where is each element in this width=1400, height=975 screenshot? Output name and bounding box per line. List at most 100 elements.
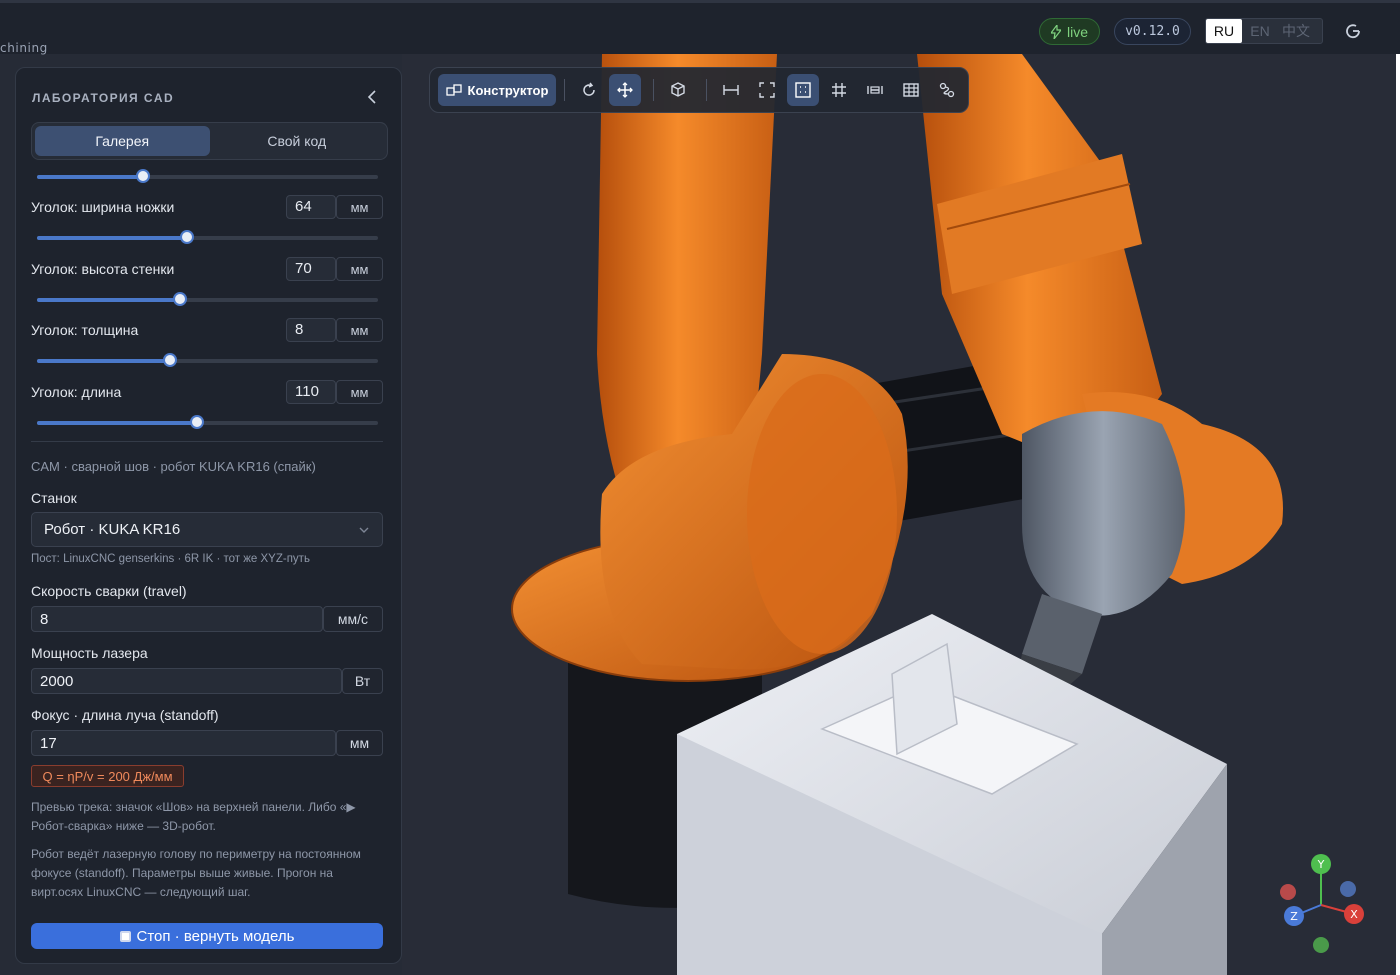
slider-knob[interactable] <box>180 230 195 244</box>
param-slider-thickness[interactable] <box>37 353 378 367</box>
language-switcher: RU EN 中文 <box>1205 18 1323 44</box>
param-slider[interactable] <box>37 169 378 183</box>
lang-ru[interactable]: RU <box>1206 19 1242 43</box>
robot-scene[interactable] <box>402 54 1398 975</box>
move-button[interactable] <box>609 74 641 106</box>
heat-input-formula: Q = ηP/v = 200 Дж/мм <box>31 765 184 787</box>
section-icon <box>795 82 811 98</box>
panel-title: ЛАБОРАТОРИЯ CAD <box>32 91 175 105</box>
constructor-mode-label: Конструктор <box>467 82 549 98</box>
cam-caption: CAM · сварной шов · робот KUKA KR16 (спа… <box>31 459 316 474</box>
preview-note: Превью трека: значок «Шов» на верхней па… <box>31 800 356 833</box>
toolbar-divider <box>564 79 565 101</box>
dimension-icon <box>867 86 883 94</box>
power-input[interactable]: 2000 <box>31 668 342 694</box>
axis-x-label: X <box>1350 908 1358 921</box>
dimension-button[interactable] <box>859 74 891 106</box>
param-unit: мм <box>336 195 383 219</box>
stop-restore-label: Стоп · вернуть модель <box>136 927 295 945</box>
fit-view-button[interactable] <box>751 74 783 106</box>
cube-view-button[interactable] <box>662 74 694 106</box>
cad-lab-panel: ЛАБОРАТОРИЯ CAD Галерея Свой код Уголок:… <box>15 67 402 964</box>
version-badge: v0.12.0 <box>1114 18 1191 45</box>
breadcrumb[interactable]: chining <box>0 41 48 55</box>
param-slider-leg-width[interactable] <box>37 230 378 244</box>
speed-label: Скорость сварки (travel) <box>31 583 187 599</box>
focus-input[interactable]: 17 <box>31 730 336 756</box>
power-label: Мощность лазера <box>31 645 148 661</box>
fit-view-icon <box>759 82 775 98</box>
section-button[interactable] <box>787 74 819 106</box>
refresh-icon[interactable] <box>1342 20 1364 42</box>
speed-input[interactable]: 8 <box>31 606 323 632</box>
speed-unit: мм/с <box>323 606 383 632</box>
slider-fill <box>37 298 181 302</box>
axis-gizmo[interactable]: Y X Z <box>1272 850 1372 960</box>
tab-gallery[interactable]: Галерея <box>35 126 210 156</box>
param-label-leg-width: Уголок: ширина ножки <box>31 199 175 215</box>
slider-knob[interactable] <box>135 169 150 183</box>
path-icon <box>939 82 955 98</box>
machine-select-value: Робот · KUKA KR16 <box>44 521 181 538</box>
grid-icon <box>832 83 846 97</box>
slider-knob[interactable] <box>190 415 205 429</box>
power-unit: Вт <box>342 668 383 694</box>
section-divider <box>31 441 383 442</box>
param-slider-wall-height[interactable] <box>37 292 378 306</box>
machine-label: Станок <box>31 490 77 506</box>
viewport-toolbar: Конструктор <box>429 67 969 113</box>
tab-custom-code[interactable]: Свой код <box>210 126 385 156</box>
toolbar-divider <box>706 79 707 101</box>
constructor-mode-button[interactable]: Конструктор <box>438 74 556 106</box>
focus-label: Фокус · длина луча (standoff) <box>31 707 219 723</box>
viewport-edge <box>1396 54 1400 975</box>
chevron-down-icon <box>359 527 369 533</box>
move-icon <box>617 82 633 98</box>
lightning-icon <box>1050 24 1061 39</box>
param-label-wall-height: Уголок: высота стенки <box>31 261 175 277</box>
param-label-length: Уголок: длина <box>31 384 122 400</box>
slider-fill <box>37 421 198 425</box>
table-icon <box>903 83 919 97</box>
slider-fill <box>37 175 143 179</box>
stop-restore-button[interactable]: Стоп · вернуть модель <box>31 923 383 949</box>
table-button[interactable] <box>895 74 927 106</box>
rotate-button[interactable] <box>573 74 605 106</box>
panel-tabs: Галерея Свой код <box>31 122 388 160</box>
slider-fill <box>37 359 170 363</box>
rotate-icon <box>583 82 595 96</box>
measure-button[interactable] <box>715 74 747 106</box>
lang-en[interactable]: EN <box>1242 19 1278 43</box>
param-input-leg-width[interactable]: 64 <box>286 195 336 219</box>
blocks-icon <box>445 84 462 96</box>
grid-button[interactable] <box>823 74 855 106</box>
slider-knob[interactable] <box>173 292 188 306</box>
chevron-left-icon[interactable] <box>364 88 380 106</box>
post-hint: Пост: LinuxCNC genserkins · 6R IK · тот … <box>31 553 310 565</box>
lang-zh[interactable]: 中文 <box>1278 19 1314 43</box>
machine-select[interactable]: Робот · KUKA KR16 <box>31 512 383 547</box>
slider-knob[interactable] <box>162 353 177 367</box>
param-unit: мм <box>336 380 383 404</box>
axis-z-label: Z <box>1290 910 1298 923</box>
slider-fill <box>37 236 188 240</box>
param-unit: мм <box>336 318 383 342</box>
robot-note: Робот ведёт лазерную голову по периметру… <box>31 847 361 899</box>
param-input-wall-height[interactable]: 70 <box>286 257 336 281</box>
stop-icon <box>119 930 131 942</box>
3d-viewport[interactable]: Y X Z <box>402 54 1398 975</box>
focus-unit: мм <box>336 730 383 756</box>
param-input-thickness[interactable]: 8 <box>286 318 336 342</box>
cube-icon <box>671 82 685 97</box>
live-label: live <box>1066 23 1088 40</box>
param-label-thickness: Уголок: толщина <box>31 322 139 338</box>
param-slider-length[interactable] <box>37 415 378 429</box>
param-input-length[interactable]: 110 <box>286 380 336 404</box>
toolbar-divider <box>653 79 654 101</box>
live-badge[interactable]: live <box>1039 18 1100 45</box>
measure-icon <box>723 85 739 95</box>
top-bar: chining live v0.12.0 RU EN 中文 <box>0 0 1400 55</box>
weld-path-button[interactable] <box>931 74 963 106</box>
axis-y-label: Y <box>1317 858 1325 871</box>
param-unit: мм <box>336 257 383 281</box>
